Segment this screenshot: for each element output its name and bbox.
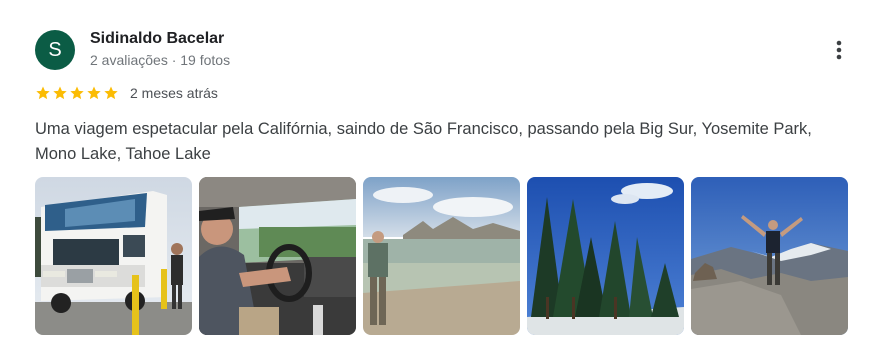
review-photo-driver[interactable] [199,177,356,335]
review-photo-rv[interactable] [35,177,192,335]
review-date: 2 meses atrás [130,85,218,101]
star-icon [104,86,118,100]
star-icon [53,86,67,100]
star-icon [36,86,50,100]
rating-row: 2 meses atrás [35,84,218,102]
review-photo-lake[interactable] [363,177,520,335]
star-icon [70,86,84,100]
driver-photo-image [199,177,356,335]
star-icon [87,86,101,100]
forest-photo-image [527,177,684,335]
star-rating [35,85,119,101]
review-photo-summit[interactable] [691,177,848,335]
reviewer-name[interactable]: Sidinaldo Bacelar [90,30,224,48]
more-options-button[interactable] [826,34,852,66]
review-photo-forest[interactable] [527,177,684,335]
more-vert-icon [836,40,842,60]
reviewer-stats: 2 avaliações · 19 fotos [90,52,231,68]
rv-photo-image [35,177,192,335]
review-text: Uma viagem espetacular pela Califórnia, … [35,120,812,163]
photo-strip [35,177,848,335]
avatar-initial: S [48,39,62,61]
lake-photo-image [363,177,520,335]
avatar[interactable]: S [35,30,75,70]
summit-photo-image [691,177,848,335]
